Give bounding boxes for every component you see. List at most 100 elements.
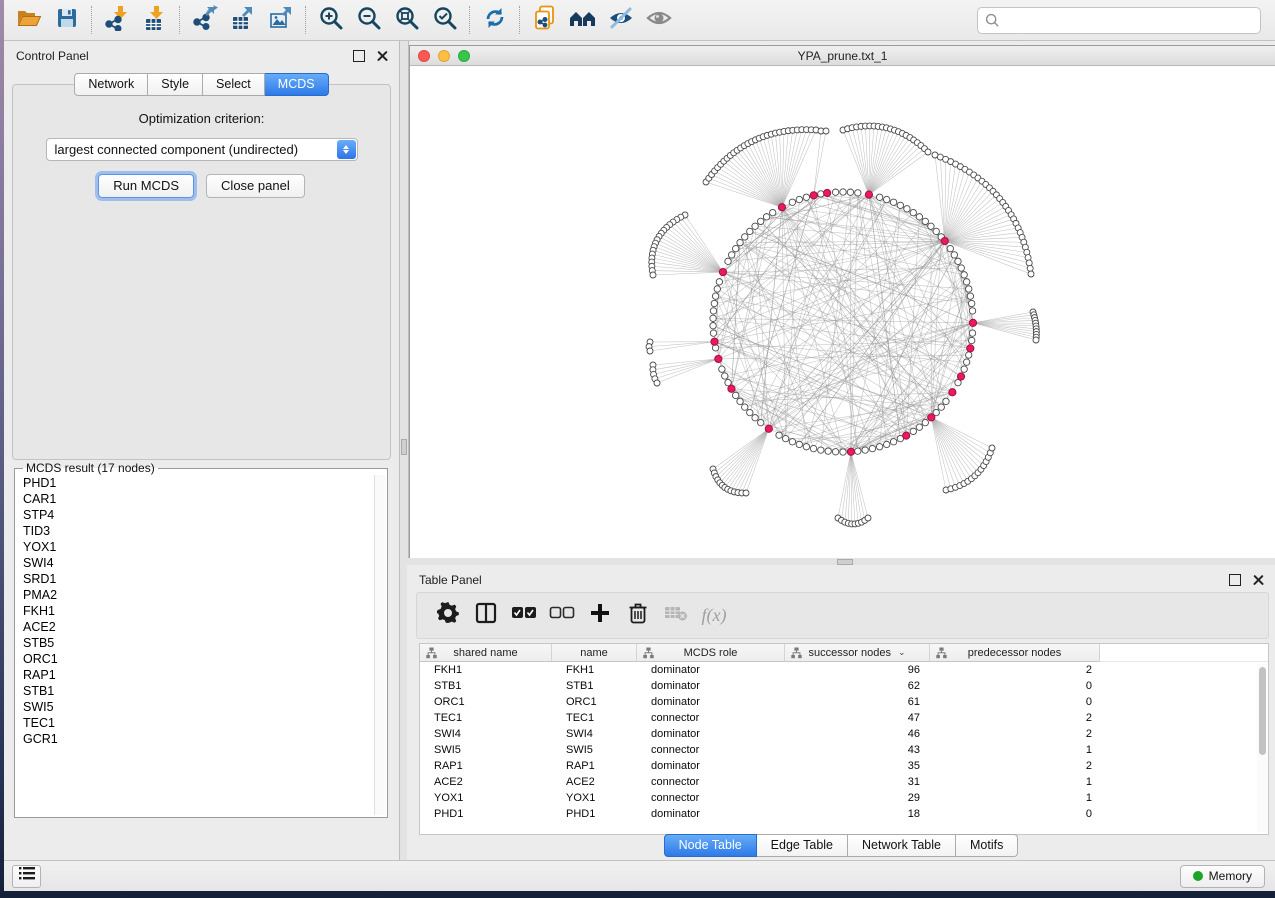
cell-MCDS-role[interactable]: dominator xyxy=(637,806,785,822)
import-table-button[interactable] xyxy=(136,3,174,37)
float-panel-icon[interactable] xyxy=(353,50,365,62)
network-hub-node[interactable] xyxy=(941,237,948,244)
select-all-button[interactable] xyxy=(505,598,543,634)
table-row[interactable]: ORC1ORC1dominator610 xyxy=(420,694,1268,710)
cell-MCDS-role[interactable]: dominator xyxy=(637,662,785,678)
result-item[interactable]: STB1 xyxy=(19,683,374,699)
table-settings-button[interactable] xyxy=(429,598,467,634)
tab-mcds[interactable]: MCDS xyxy=(265,73,329,96)
cell-predecessor-nodes[interactable]: 2 xyxy=(930,710,1100,726)
network-hub-node[interactable] xyxy=(765,425,772,432)
zoom-fit-button[interactable] xyxy=(388,3,426,37)
cell-successor-nodes[interactable]: 18 xyxy=(785,806,930,822)
zoom-in-button[interactable] xyxy=(312,3,350,37)
close-panel-icon[interactable] xyxy=(377,50,389,62)
result-item[interactable]: SWI5 xyxy=(19,699,374,715)
cell-successor-nodes[interactable]: 96 xyxy=(785,662,930,678)
result-item[interactable]: GCR1 xyxy=(19,731,374,747)
cell-MCDS-role[interactable]: connector xyxy=(637,742,785,758)
result-item[interactable]: ACE2 xyxy=(19,619,374,635)
column-header-predecessor-nodes[interactable]: predecessor nodes xyxy=(930,644,1100,662)
cell-name[interactable]: RAP1 xyxy=(552,758,637,774)
cell-name[interactable]: FKH1 xyxy=(552,662,637,678)
table-row[interactable]: TEC1TEC1connector472 xyxy=(420,710,1268,726)
tab-node-table[interactable]: Node Table xyxy=(664,834,757,857)
cell-successor-nodes[interactable]: 31 xyxy=(785,774,930,790)
network-hub-node[interactable] xyxy=(711,338,718,345)
search-field[interactable] xyxy=(977,7,1261,34)
column-header-shared-name[interactable]: shared name xyxy=(420,644,552,662)
tab-network[interactable]: Network xyxy=(74,73,148,96)
cell-name[interactable]: TEC1 xyxy=(552,710,637,726)
show-graphics-details-button[interactable] xyxy=(640,3,678,37)
task-history-button[interactable] xyxy=(12,865,41,888)
cell-successor-nodes[interactable]: 35 xyxy=(785,758,930,774)
run-mcds-button[interactable]: Run MCDS xyxy=(98,174,194,198)
result-item[interactable]: RAP1 xyxy=(19,667,374,683)
cell-MCDS-role[interactable]: dominator xyxy=(637,758,785,774)
cell-shared-name[interactable]: STB1 xyxy=(420,678,552,694)
mcds-result-list[interactable]: PHD1CAR1STP4TID3YOX1SWI4SRD1PMA2FKH1ACE2… xyxy=(19,475,374,815)
float-panel-icon[interactable] xyxy=(1229,574,1241,586)
network-hub-node[interactable] xyxy=(728,385,735,392)
table-row[interactable]: ACE2ACE2connector311 xyxy=(420,774,1268,790)
cell-successor-nodes[interactable]: 46 xyxy=(785,726,930,742)
cell-name[interactable]: SWI5 xyxy=(552,742,637,758)
network-hub-node[interactable] xyxy=(928,414,935,421)
tab-style[interactable]: Style xyxy=(148,73,203,96)
network-canvas[interactable] xyxy=(410,66,1275,558)
cell-predecessor-nodes[interactable]: 0 xyxy=(930,678,1100,694)
network-hub-node[interactable] xyxy=(969,319,976,326)
result-scrollbar[interactable] xyxy=(374,475,386,815)
result-item[interactable]: PHD1 xyxy=(19,475,374,491)
result-item[interactable]: TEC1 xyxy=(19,715,374,731)
network-hub-node[interactable] xyxy=(865,191,872,198)
deselect-all-button[interactable] xyxy=(543,598,581,634)
show-columns-button[interactable] xyxy=(467,598,505,634)
result-item[interactable]: CAR1 xyxy=(19,491,374,507)
cell-shared-name[interactable]: ORC1 xyxy=(420,694,552,710)
close-panel-icon[interactable] xyxy=(1253,574,1265,586)
cell-MCDS-role[interactable]: connector xyxy=(637,710,785,726)
result-item[interactable]: PMA2 xyxy=(19,587,374,603)
tab-network-table[interactable]: Network Table xyxy=(848,834,956,857)
table-row[interactable]: RAP1RAP1dominator352 xyxy=(420,758,1268,774)
network-hub-node[interactable] xyxy=(778,204,785,211)
table-row[interactable]: FKH1FKH1dominator962 xyxy=(420,662,1268,678)
cell-predecessor-nodes[interactable]: 2 xyxy=(930,758,1100,774)
cell-name[interactable]: ORC1 xyxy=(552,694,637,710)
result-item[interactable]: SRD1 xyxy=(19,571,374,587)
cell-shared-name[interactable]: SWI5 xyxy=(420,742,552,758)
network-hub-node[interactable] xyxy=(957,373,964,380)
delete-table-button[interactable] xyxy=(657,598,695,634)
cell-successor-nodes[interactable]: 43 xyxy=(785,742,930,758)
cell-predecessor-nodes[interactable]: 1 xyxy=(930,742,1100,758)
cell-predecessor-nodes[interactable]: 2 xyxy=(930,726,1100,742)
zoom-out-button[interactable] xyxy=(350,3,388,37)
save-session-button[interactable] xyxy=(48,3,86,37)
cell-MCDS-role[interactable]: dominator xyxy=(637,694,785,710)
cell-shared-name[interactable]: ACE2 xyxy=(420,774,552,790)
cell-shared-name[interactable]: SWI4 xyxy=(420,726,552,742)
result-item[interactable]: TID3 xyxy=(19,523,374,539)
cell-predecessor-nodes[interactable]: 2 xyxy=(930,662,1100,678)
network-hub-node[interactable] xyxy=(949,389,956,396)
cell-predecessor-nodes[interactable]: 1 xyxy=(930,790,1100,806)
cell-successor-nodes[interactable]: 62 xyxy=(785,678,930,694)
cell-shared-name[interactable]: FKH1 xyxy=(420,662,552,678)
table-row[interactable]: PHD1PHD1dominator180 xyxy=(420,806,1268,822)
cell-successor-nodes[interactable]: 29 xyxy=(785,790,930,806)
cell-MCDS-role[interactable]: connector xyxy=(637,790,785,806)
cell-shared-name[interactable]: RAP1 xyxy=(420,758,552,774)
table-row[interactable]: STB1STB1dominator620 xyxy=(420,678,1268,694)
result-item[interactable]: ORC1 xyxy=(19,651,374,667)
network-hub-node[interactable] xyxy=(967,345,974,352)
result-item[interactable]: FKH1 xyxy=(19,603,374,619)
zoom-selected-button[interactable] xyxy=(426,3,464,37)
table-row[interactable]: YOX1YOX1connector291 xyxy=(420,790,1268,806)
cell-predecessor-nodes[interactable]: 0 xyxy=(930,694,1100,710)
result-item[interactable]: STB5 xyxy=(19,635,374,651)
network-hub-node[interactable] xyxy=(903,432,910,439)
search-input[interactable] xyxy=(1004,9,1260,31)
cell-name[interactable]: STB1 xyxy=(552,678,637,694)
